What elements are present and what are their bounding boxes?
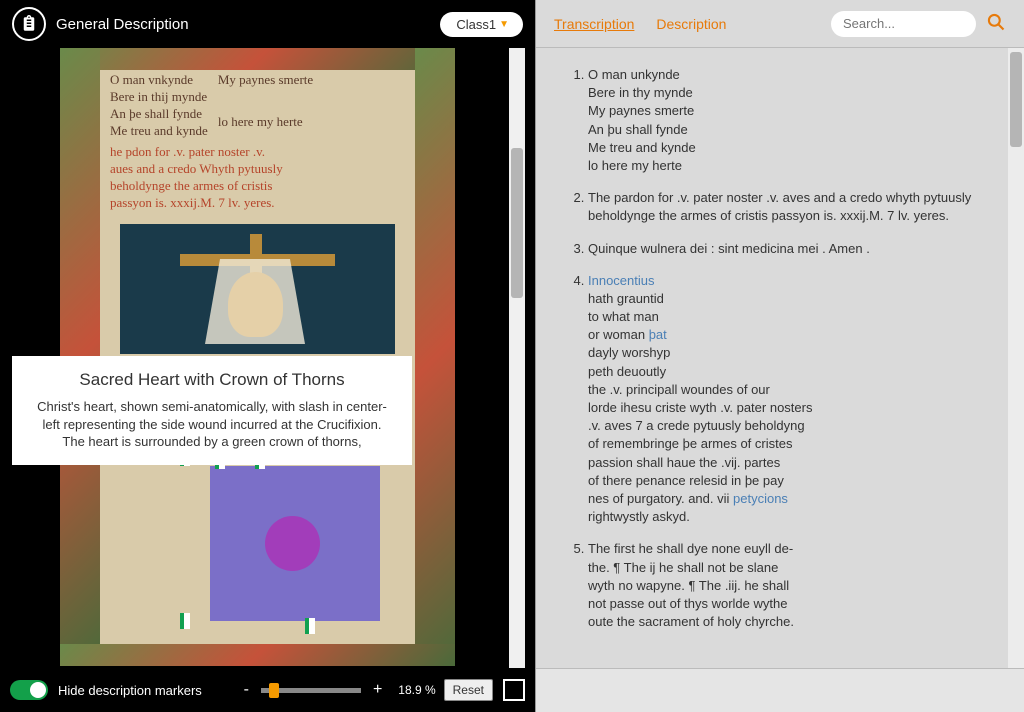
tooltip-body: Christ's heart, shown semi-anatomically,…	[30, 398, 394, 451]
zoom-out-button[interactable]: -	[236, 681, 257, 699]
zoom-slider[interactable]	[261, 688, 361, 693]
link[interactable]: Innocentius	[588, 273, 655, 288]
manuscript-viewer[interactable]: O man vnkynde Bere in thij mynde An þe s…	[10, 48, 525, 668]
viewer-header: General Description Class1 ▼	[0, 0, 535, 48]
tab-bar: Transcription Description	[536, 0, 1024, 48]
transcription-item: Innocentius hath grauntid to what man or…	[588, 272, 1004, 527]
manuscript-text-block: O man vnkynde Bere in thij mynde An þe s…	[110, 72, 405, 212]
clipboard-icon	[12, 7, 46, 41]
transcription-item: O man unkynde Bere in thy mynde My payne…	[588, 66, 1004, 175]
chevron-down-icon: ▼	[499, 19, 509, 30]
transcription-scrollbar[interactable]	[1008, 48, 1024, 668]
markers-toggle-label: Hide description markers	[58, 683, 202, 698]
image-viewer-panel: General Description Class1 ▼ O man vnkyn…	[0, 0, 535, 712]
fullscreen-icon[interactable]	[503, 679, 525, 701]
link[interactable]: þat	[649, 327, 667, 342]
search-icon[interactable]	[986, 12, 1006, 35]
markers-toggle[interactable]	[10, 680, 48, 700]
viewer-scrollbar[interactable]	[509, 48, 525, 668]
description-marker[interactable]	[305, 618, 315, 634]
bottom-bar	[536, 668, 1024, 712]
transcription-content: O man unkynde Bere in thy mynde My payne…	[536, 48, 1024, 668]
zoom-percent: 18.9 %	[398, 683, 435, 697]
text-panel: Transcription Description O man unkynde …	[535, 0, 1024, 712]
selection-highlight[interactable]	[210, 466, 380, 621]
page-title: General Description	[56, 16, 189, 33]
description-marker[interactable]	[180, 613, 190, 629]
transcription-item: The pardon for .v. pater noster .v. aves…	[588, 189, 1004, 225]
zoom-in-button[interactable]: +	[365, 681, 390, 699]
viewer-toolbar: Hide description markers - + 18.9 % Rese…	[0, 668, 535, 712]
tooltip-title: Sacred Heart with Crown of Thorns	[30, 370, 394, 390]
transcription-item: The first he shall dye none euyll de- th…	[588, 540, 1004, 631]
class-dropdown[interactable]: Class1 ▼	[440, 12, 523, 37]
class-dropdown-label: Class1	[456, 17, 496, 32]
link[interactable]: petycions	[733, 491, 788, 506]
region-tooltip: Sacred Heart with Crown of Thorns Christ…	[12, 356, 412, 465]
tab-transcription[interactable]: Transcription	[554, 16, 634, 32]
search-input[interactable]	[831, 11, 976, 37]
reset-button[interactable]: Reset	[444, 679, 493, 701]
transcription-item: Quinque wulnera dei : sint medicina mei …	[588, 240, 1004, 258]
veronica-image	[120, 224, 395, 354]
tab-description[interactable]: Description	[656, 16, 726, 32]
